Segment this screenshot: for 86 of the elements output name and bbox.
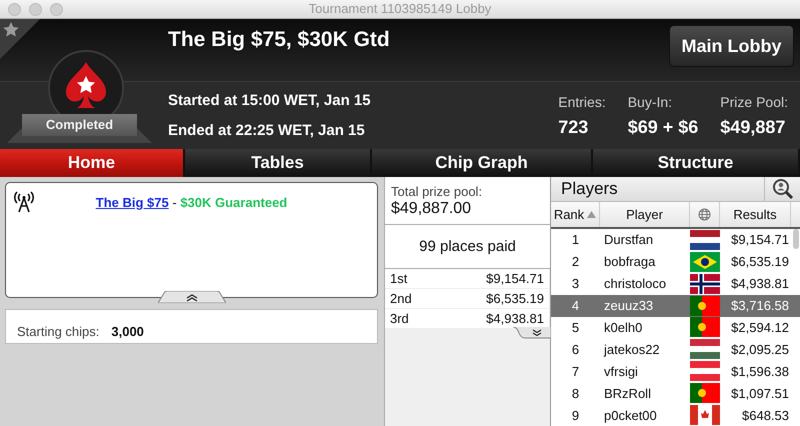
scrollbar-thumb[interactable]	[793, 229, 799, 249]
player-name: p0cket00	[603, 408, 658, 423]
rank: 7	[570, 364, 580, 379]
stat-label: Buy-In:	[628, 94, 674, 110]
antenna-icon	[14, 191, 34, 213]
player-name: jatekos22	[602, 342, 661, 357]
flag-icon	[690, 361, 720, 382]
player-row[interactable]: 7 vfrsigi $1,596.38	[551, 360, 800, 382]
expand-handle[interactable]	[513, 327, 551, 339]
prize-amount: $4,938.81	[486, 311, 544, 326]
rank: 3	[570, 276, 580, 292]
rank: 1	[570, 232, 580, 248]
player-name: vfrsigi	[603, 364, 639, 379]
player-row[interactable]: 4 zeuuz33 $3,716.58	[551, 294, 800, 317]
result: $648.53	[741, 408, 789, 423]
result: $9,154.71	[730, 232, 789, 248]
places-paid: 99 places paid	[419, 238, 516, 255]
rank: 4	[570, 298, 580, 314]
column-header[interactable]: Results	[720, 202, 791, 227]
player-row[interactable]: 3 christoloco $4,938.81	[551, 272, 800, 295]
place: 2nd	[390, 291, 412, 306]
player-name: bobfraga	[603, 254, 656, 270]
player-row[interactable]: 1 Durstfan $9,154.71	[551, 228, 800, 251]
total-prize-label: Total prize pool:	[391, 184, 484, 199]
rank: 2	[570, 254, 580, 270]
guarantee-text: $30K Guaranteed	[180, 195, 288, 210]
flag-icon	[690, 230, 720, 250]
rank: 9	[570, 408, 580, 423]
result: $1,097.51	[730, 386, 789, 401]
field-label: Starting chips:	[17, 324, 100, 339]
star-icon[interactable]	[0, 19, 40, 59]
tournament-link[interactable]: The Big $75	[96, 195, 169, 210]
result: $2,594.12	[730, 320, 789, 335]
result: $1,596.38	[730, 364, 789, 379]
player-name: Durstfan	[603, 232, 654, 248]
field-value: 3,000	[111, 324, 144, 339]
flag-icon	[690, 296, 720, 316]
player-name: christoloco	[603, 276, 668, 292]
flag-icon	[690, 383, 720, 404]
search-icon	[772, 178, 794, 200]
main-lobby-button[interactable]: Main Lobby	[669, 25, 794, 67]
tab[interactable]: Home	[0, 148, 185, 177]
prize-amount: $9,154.71	[486, 271, 544, 286]
rank: 6	[570, 342, 580, 357]
stat-value: $69 + $6	[628, 117, 698, 138]
player-name: zeuuz33	[603, 298, 654, 314]
player-row[interactable]: 6 jatekos22 $2,095.25	[551, 338, 800, 360]
total-prize-value: $49,887.00	[391, 200, 472, 218]
stat-value: 723	[558, 117, 590, 138]
tab[interactable]: Tables	[185, 148, 372, 177]
player-name: BRzRoll	[603, 386, 652, 401]
flag-icon	[690, 252, 720, 272]
tournament-title: The Big $75, $30K Gtd	[168, 28, 390, 52]
collapse-handle[interactable]	[158, 291, 226, 303]
flag-icon	[690, 317, 720, 338]
panel-title: Players	[560, 179, 618, 199]
result: $3,716.58	[730, 298, 789, 314]
start-time: Started at 15:00 WET, Jan 15	[168, 92, 371, 109]
place: 3rd	[390, 311, 409, 326]
stat-label: Prize Pool:	[720, 94, 788, 110]
rank: 8	[570, 386, 580, 401]
flag-icon	[690, 274, 720, 294]
player-row[interactable]: 5 k0elh0 $2,594.12	[551, 316, 800, 338]
player-row[interactable]: 9 p0cket00 $648.53	[551, 404, 800, 426]
player-name: k0elh0	[603, 320, 644, 335]
player-row[interactable]: 2 bobfraga $6,535.19	[551, 250, 800, 273]
rank: 5	[570, 320, 580, 335]
separator: -	[172, 195, 177, 210]
tab[interactable]: Chip Graph	[372, 148, 593, 177]
player-row[interactable]: 8 BRzRoll $1,097.51	[551, 382, 800, 404]
prize-amount: $6,535.19	[486, 291, 544, 306]
column-header[interactable]: Player	[600, 202, 690, 227]
result: $6,535.19	[730, 254, 789, 270]
end-time: Ended at 22:25 WET, Jan 15	[168, 122, 366, 139]
window-title: Tournament 1103985149 Lobby	[308, 1, 492, 16]
sort-up-icon	[587, 210, 596, 218]
stat-label: Entries:	[558, 94, 606, 110]
flag-icon	[690, 405, 720, 426]
flag-icon	[690, 339, 720, 360]
column-header[interactable]: Rank	[551, 202, 600, 227]
globe-icon[interactable]	[698, 208, 711, 221]
stat-value: $49,887	[720, 117, 786, 138]
tab[interactable]: Structure	[593, 148, 800, 177]
result: $4,938.81	[730, 276, 789, 292]
place: 1st	[390, 271, 408, 286]
result: $2,095.25	[730, 342, 789, 357]
